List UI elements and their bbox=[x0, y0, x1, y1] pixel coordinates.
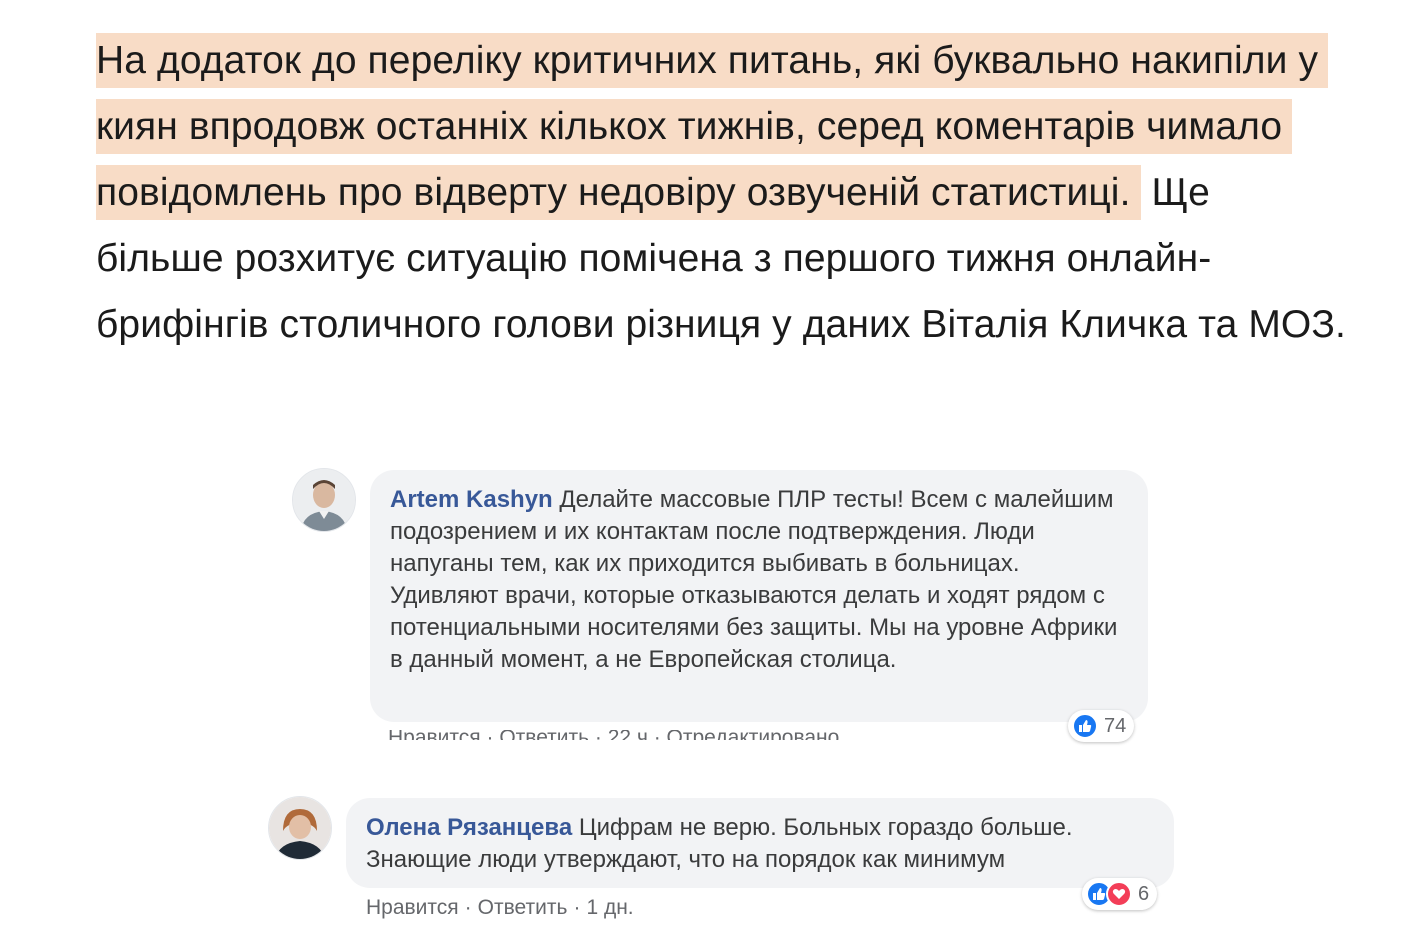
avatar-artem[interactable] bbox=[292, 468, 356, 532]
comment-actions: Нравится · Ответить · 1 дн. bbox=[366, 896, 634, 919]
comment-text: Делайте массовые ПЛР тесты! Всем с малей… bbox=[390, 486, 1118, 673]
reaction-count: 6 bbox=[1138, 882, 1150, 905]
person-avatar-icon bbox=[269, 797, 331, 859]
comment-author[interactable]: Artem Kashyn bbox=[390, 486, 553, 513]
reactions-badge[interactable]: 74 bbox=[1068, 710, 1135, 742]
comment-actions-partial: Нравится · Ответить · 22 ч · Отредактиро… bbox=[388, 730, 839, 740]
article-paragraph: На додаток до переліку критичних питань,… bbox=[96, 28, 1346, 358]
reactions-badge[interactable]: 6 bbox=[1082, 878, 1158, 910]
comment-bubble: Олена Рязанцева Цифрам не верю. Больных … bbox=[346, 798, 1174, 888]
comment-actions-cutoff: Нравится · Ответить · 22 ч · Отредактиро… bbox=[388, 730, 948, 740]
avatar-olena[interactable] bbox=[268, 796, 332, 860]
comment-time[interactable]: 1 дн. bbox=[586, 896, 633, 919]
reply-link[interactable]: Ответить bbox=[478, 896, 568, 919]
love-reaction-icon bbox=[1106, 881, 1132, 907]
like-link[interactable]: Нравится bbox=[366, 896, 459, 919]
person-avatar-icon bbox=[293, 469, 355, 531]
comment-author[interactable]: Олена Рязанцева bbox=[366, 814, 572, 841]
like-reaction-icon bbox=[1072, 713, 1098, 739]
reaction-count: 74 bbox=[1104, 714, 1127, 737]
comment-bubble: Artem Kashyn Делайте массовые ПЛР тесты!… bbox=[370, 470, 1148, 722]
